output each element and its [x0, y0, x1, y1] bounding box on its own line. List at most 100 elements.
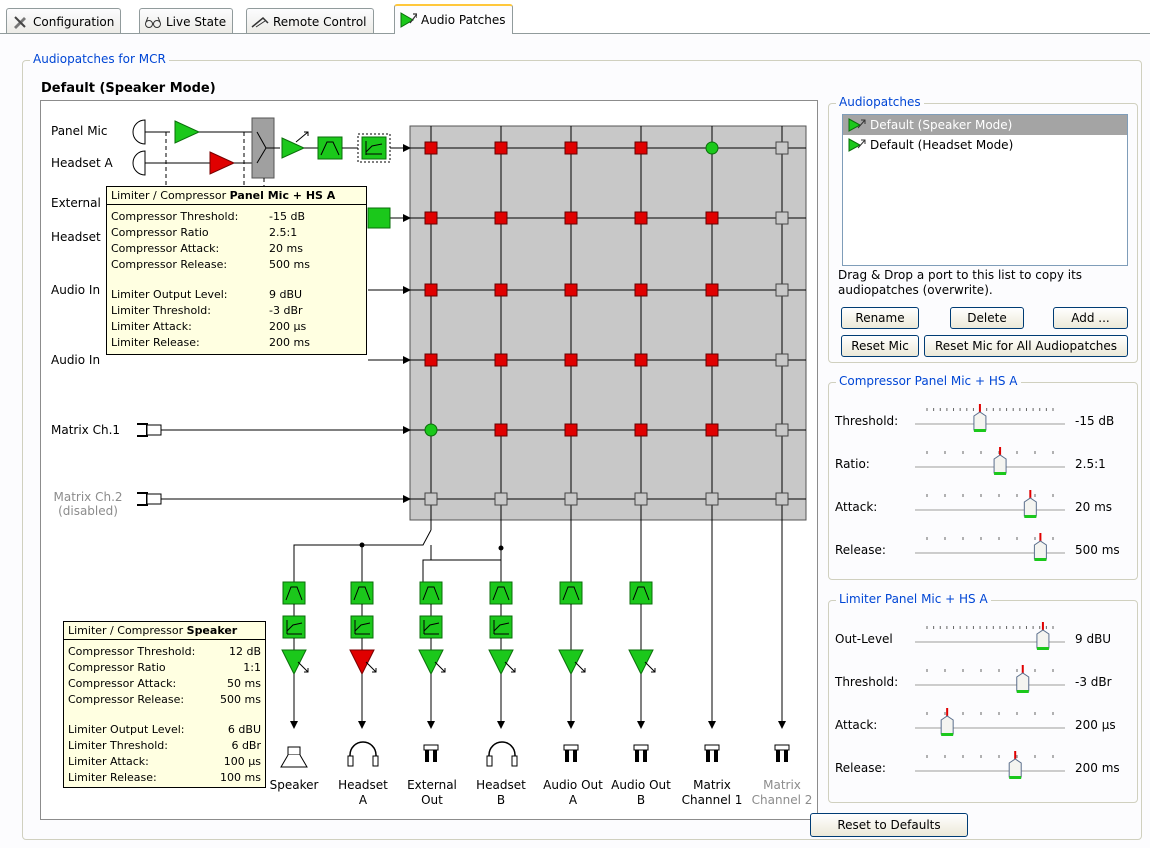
- crosspoint-r3-c3[interactable]: [564, 283, 578, 297]
- crosspoint-r2-c6[interactable]: [775, 211, 789, 225]
- delete-button[interactable]: Delete: [950, 307, 1024, 329]
- output-filter-block[interactable]: [629, 581, 653, 605]
- limiter-thumb[interactable]: [1016, 672, 1030, 693]
- compressor-thumb[interactable]: [1033, 540, 1047, 561]
- output-amp[interactable]: [628, 649, 654, 676]
- crosspoint-r1-c1[interactable]: [424, 141, 438, 155]
- output-limiter-block[interactable]: [419, 615, 443, 639]
- crosspoint-r5-c5[interactable]: [705, 423, 719, 437]
- headphone-icon-a: [347, 741, 379, 767]
- crosspoint-r2-c3[interactable]: [564, 211, 578, 225]
- crosspoint-r2-c5[interactable]: [705, 211, 719, 225]
- crosspoint-r1-c6[interactable]: [775, 141, 789, 155]
- list-item-speaker-mode[interactable]: Default (Speaker Mode): [843, 115, 1127, 135]
- audiopatch-list[interactable]: Default (Speaker Mode) Default (Headset …: [842, 114, 1128, 266]
- tooltip-mic-value: -3 dBr: [269, 303, 303, 317]
- output-filter-block[interactable]: [419, 581, 443, 605]
- reset-mic-all-button[interactable]: Reset Mic for All Audiopatches: [924, 335, 1128, 357]
- tooltip-mic-value: 2.5:1: [269, 225, 298, 239]
- crosspoint-r2-c2[interactable]: [494, 211, 508, 225]
- output-filter-block[interactable]: [559, 581, 583, 605]
- limiter-slider[interactable]: [915, 706, 1065, 746]
- limiter-label: Threshold:: [835, 675, 899, 689]
- crosspoint-r6-c4[interactable]: [634, 492, 648, 506]
- limiter-label: Attack:: [835, 718, 878, 732]
- crosspoint-r1-c2[interactable]: [494, 141, 508, 155]
- mic-filter-block[interactable]: [317, 136, 343, 160]
- crosspoint-r3-c2[interactable]: [494, 283, 508, 297]
- compressor-slider[interactable]: [915, 488, 1065, 528]
- crosspoint-r6-c1[interactable]: [424, 492, 438, 506]
- compressor-value: 20 ms: [1075, 500, 1113, 514]
- mic-amp-2[interactable]: [281, 137, 306, 159]
- tooltip-mic-row: Limiter Attack: 200 µs: [107, 318, 366, 334]
- limiter-thumb[interactable]: [1036, 629, 1050, 650]
- tab-audio-patches[interactable]: Audio Patches: [394, 4, 513, 34]
- crosspoint-r4-c6[interactable]: [775, 353, 789, 367]
- crosspoint-r1-c3[interactable]: [564, 141, 578, 155]
- output-limiter-block[interactable]: [282, 615, 306, 639]
- input-label-audio-in-2: Audio In: [51, 353, 101, 367]
- compressor-slider[interactable]: [915, 402, 1065, 442]
- list-item-headset-mode[interactable]: Default (Headset Mode): [843, 135, 1127, 155]
- crosspoint-r5-c6[interactable]: [775, 423, 789, 437]
- output-limiter-block[interactable]: [350, 615, 374, 639]
- add-button[interactable]: Add ...: [1053, 307, 1128, 329]
- crosspoint-r5-c1[interactable]: [424, 423, 438, 437]
- limiter-value: 9 dBU: [1075, 632, 1112, 646]
- output-limiter-block[interactable]: [489, 615, 513, 639]
- limiter-thumb[interactable]: [940, 715, 954, 736]
- compressor-slider[interactable]: [915, 531, 1065, 571]
- crosspoint-r1-c5[interactable]: [705, 141, 719, 155]
- tooltip-mic-key: Limiter Threshold:: [111, 303, 211, 317]
- output-amp[interactable]: [488, 649, 514, 676]
- output-amp[interactable]: [349, 649, 375, 676]
- crosspoint-r4-c3[interactable]: [564, 353, 578, 367]
- crosspoint-r4-c4[interactable]: [634, 353, 648, 367]
- rename-button[interactable]: Rename: [841, 307, 919, 329]
- output-chain-6: [628, 581, 656, 729]
- limiter-thumb[interactable]: [1008, 758, 1022, 779]
- crosspoint-r4-c5[interactable]: [705, 353, 719, 367]
- input-label-headset: Headset: [51, 230, 101, 244]
- audiopatches-title: Audiopatches: [836, 95, 924, 109]
- crosspoint-r4-c1[interactable]: [424, 353, 438, 367]
- reset-mic-button[interactable]: Reset Mic: [841, 335, 919, 357]
- limiter-slider[interactable]: [915, 749, 1065, 789]
- crosspoint-r6-c3[interactable]: [564, 492, 578, 506]
- crosspoint-r6-c5[interactable]: [705, 492, 719, 506]
- tooltip-mic-key: Limiter Output Level:: [111, 287, 228, 301]
- crosspoint-r3-c6[interactable]: [775, 283, 789, 297]
- output-amp[interactable]: [281, 649, 307, 676]
- output-filter-block[interactable]: [489, 581, 513, 605]
- crosspoint-r5-c4[interactable]: [634, 423, 648, 437]
- headset-limiter-block[interactable]: [367, 207, 391, 229]
- crosspoint-r3-c5[interactable]: [705, 283, 719, 297]
- crosspoint-r4-c2[interactable]: [494, 353, 508, 367]
- output-filter-block[interactable]: [350, 581, 374, 605]
- limiter-slider[interactable]: [915, 620, 1065, 660]
- headset-a-amp[interactable]: [209, 151, 236, 175]
- crosspoint-r5-c3[interactable]: [564, 423, 578, 437]
- crosspoint-r1-c4[interactable]: [634, 141, 648, 155]
- crosspoint-r2-c4[interactable]: [634, 211, 648, 225]
- input-label-panel-mic: Panel Mic: [51, 124, 108, 138]
- tooltip-speaker-key: Limiter Threshold:: [68, 738, 168, 752]
- output-amp[interactable]: [558, 649, 584, 676]
- limiter-slider[interactable]: [915, 663, 1065, 703]
- crosspoint-r6-c2[interactable]: [494, 492, 508, 506]
- compressor-thumb[interactable]: [973, 411, 987, 432]
- output-filter-block[interactable]: [282, 581, 306, 605]
- crosspoint-r6-c6[interactable]: [775, 492, 789, 506]
- reset-to-defaults-button[interactable]: Reset to Defaults: [810, 813, 968, 837]
- crosspoint-r3-c4[interactable]: [634, 283, 648, 297]
- compressor-slider[interactable]: [915, 445, 1065, 485]
- input-label-headset-a: Headset A: [51, 156, 113, 170]
- compressor-thumb[interactable]: [1023, 497, 1037, 518]
- crosspoint-r3-c1[interactable]: [424, 283, 438, 297]
- crosspoint-r5-c2[interactable]: [494, 423, 508, 437]
- crosspoint-r2-c1[interactable]: [424, 211, 438, 225]
- panel-mic-amp[interactable]: [174, 120, 201, 144]
- output-amp[interactable]: [418, 649, 444, 676]
- compressor-thumb[interactable]: [993, 454, 1007, 475]
